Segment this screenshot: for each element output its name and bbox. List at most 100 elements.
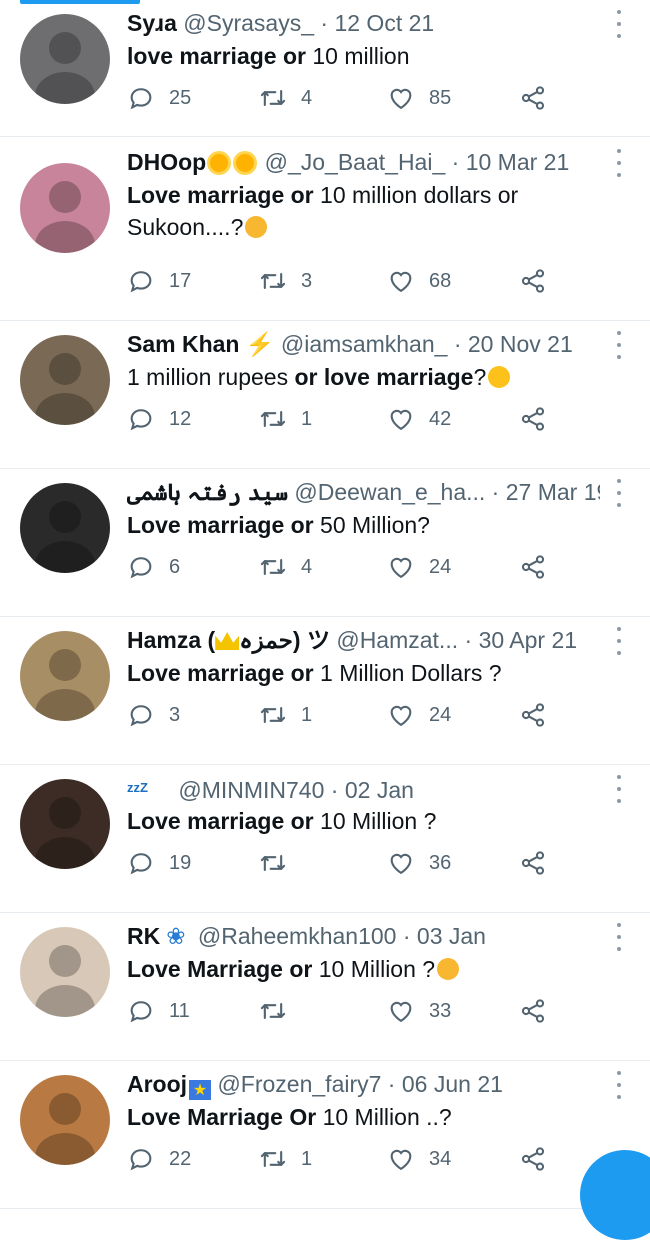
like-button[interactable]: 33 [387, 996, 451, 1026]
author-name[interactable]: Sam Khan ⚡ [127, 331, 275, 357]
retweet-button[interactable]: 1 [259, 700, 312, 730]
retweet-button[interactable] [259, 996, 301, 1026]
reply-button[interactable]: 6 [127, 552, 180, 582]
tweet-date[interactable]: 27 Mar 19 [506, 479, 600, 505]
reply-icon [127, 849, 169, 877]
more-options-icon[interactable] [616, 10, 622, 38]
tweet-text: Love Marriage Or 10 Million ..? [127, 1101, 620, 1133]
more-options-icon[interactable] [616, 331, 622, 359]
tweet[interactable]: سید رفتہ ہاشمی @Deewan_e_ha... · 27 Mar … [0, 469, 650, 617]
retweet-button[interactable]: 1 [259, 1144, 312, 1174]
reply-icon [127, 553, 169, 581]
avatar[interactable] [20, 927, 110, 1017]
avatar[interactable] [20, 1075, 110, 1165]
reply-button[interactable]: 17 [127, 266, 191, 296]
tweet[interactable]: zzZ @MINMIN740 · 02 Jan Love marriage or … [0, 765, 650, 913]
avatar[interactable] [20, 163, 110, 253]
author-name[interactable]: سید رفتہ ہاشمی [127, 479, 288, 505]
author-handle[interactable]: @iamsamkhan_ [281, 331, 448, 357]
retweet-button[interactable]: 4 [259, 552, 312, 582]
more-options-icon[interactable] [616, 923, 622, 951]
retweet-button[interactable] [259, 848, 301, 878]
like-button[interactable]: 24 [387, 700, 451, 730]
author-handle[interactable]: @Frozen_fairy7 [217, 1071, 381, 1097]
tweet-date[interactable]: 03 Jan [417, 923, 486, 949]
avatar[interactable] [20, 779, 110, 869]
share-button[interactable] [519, 404, 561, 434]
author-name[interactable]: DHOop [127, 149, 206, 175]
sneezing-face-emoji-icon [245, 216, 268, 238]
author-handle[interactable]: @Syrasays_ [183, 10, 314, 36]
author-name[interactable]: RK [127, 923, 160, 949]
more-options-icon[interactable] [616, 479, 622, 507]
tweet-text-bold: Love marriage or [127, 808, 314, 834]
more-options-icon[interactable] [616, 775, 622, 803]
author-handle[interactable]: @Hamzat... [336, 627, 458, 653]
retweet-count: 4 [301, 555, 313, 578]
retweet-count: 1 [301, 703, 313, 726]
avatar[interactable] [20, 335, 110, 425]
separator-dot: · [458, 627, 479, 653]
avatar[interactable] [20, 483, 110, 573]
tweet-date[interactable]: 06 Jun 21 [402, 1071, 503, 1097]
share-button[interactable] [519, 996, 561, 1026]
tweet-date[interactable]: 10 Mar 21 [466, 149, 570, 175]
reply-button[interactable]: 25 [127, 83, 191, 113]
share-button[interactable] [519, 700, 561, 730]
share-button[interactable] [519, 266, 561, 296]
share-button[interactable] [519, 1144, 561, 1174]
tweet-date[interactable]: 12 Oct 21 [334, 10, 434, 36]
reply-button[interactable]: 19 [127, 848, 191, 878]
tweet-text-bold: love marriage or [127, 43, 306, 69]
tweet[interactable]: Hamza (حمزہ) ツ @Hamzat... · 30 Apr 21 Lov… [0, 617, 650, 765]
more-options-icon[interactable] [616, 149, 622, 177]
tweet-text-bold: or love marriage [294, 364, 474, 390]
author-handle[interactable]: @Raheemkhan100 [198, 923, 397, 949]
tweet-header: Syɹa @Syrasays_ · 12 Oct 21 [127, 7, 600, 39]
tweet-date[interactable]: 02 Jan [345, 777, 414, 803]
like-count: 24 [429, 703, 452, 726]
like-button[interactable]: 34 [387, 1144, 451, 1174]
author-name[interactable]: Syɹa [127, 10, 177, 36]
author-name[interactable]: Hamza ( [127, 627, 215, 653]
tweet[interactable]: Sam Khan ⚡ @iamsamkhan_ · 20 Nov 21 1 mil… [0, 321, 650, 469]
reply-button[interactable]: 3 [127, 700, 180, 730]
reply-count: 19 [169, 851, 192, 874]
reply-button[interactable]: 12 [127, 404, 191, 434]
reply-count: 17 [169, 269, 192, 292]
author-handle[interactable]: @Deewan_e_ha... [294, 479, 485, 505]
tweet-date[interactable]: 20 Nov 21 [468, 331, 573, 357]
tweet[interactable]: Syɹa @Syrasays_ · 12 Oct 21 love marriage… [0, 0, 650, 137]
retweet-button[interactable]: 4 [259, 83, 312, 113]
like-icon [387, 405, 429, 433]
avatar[interactable] [20, 631, 110, 721]
sun-emoji-icon [210, 154, 229, 172]
like-button[interactable]: 24 [387, 552, 451, 582]
retweet-button[interactable]: 1 [259, 404, 312, 434]
reply-button[interactable]: 22 [127, 1144, 191, 1174]
like-button[interactable]: 42 [387, 404, 451, 434]
tweet[interactable]: Arooj ★ @Frozen_fairy7 · 06 Jun 21 Love Ma… [0, 1061, 650, 1209]
author-handle[interactable]: @_Jo_Baat_Hai_ [265, 149, 446, 175]
like-button[interactable]: 68 [387, 266, 451, 296]
share-button[interactable] [519, 552, 561, 582]
share-button[interactable] [519, 848, 561, 878]
like-icon [387, 997, 429, 1025]
tweet-date[interactable]: 30 Apr 21 [479, 627, 577, 653]
tweet[interactable]: RK ❀ @Raheemkhan100 · 03 Jan Love Marriage… [0, 913, 650, 1061]
avatar[interactable] [20, 14, 110, 104]
like-count: 36 [429, 851, 452, 874]
share-button[interactable] [519, 83, 561, 113]
like-button[interactable]: 85 [387, 83, 451, 113]
reply-button[interactable]: 11 [127, 996, 190, 1026]
more-options-icon[interactable] [616, 627, 622, 655]
like-button[interactable]: 36 [387, 848, 451, 878]
author-name[interactable]: Arooj [127, 1071, 187, 1097]
separator-dot: · [314, 10, 335, 36]
like-count: 34 [429, 1147, 452, 1170]
retweet-button[interactable]: 3 [259, 266, 312, 296]
author-name[interactable]: zzZ [127, 780, 148, 795]
author-handle[interactable]: @MINMIN740 [178, 777, 324, 803]
tweet[interactable]: DHOop @_Jo_Baat_Hai_ · 10 Mar 21 Love mar… [0, 137, 650, 321]
more-options-icon[interactable] [616, 1071, 622, 1099]
